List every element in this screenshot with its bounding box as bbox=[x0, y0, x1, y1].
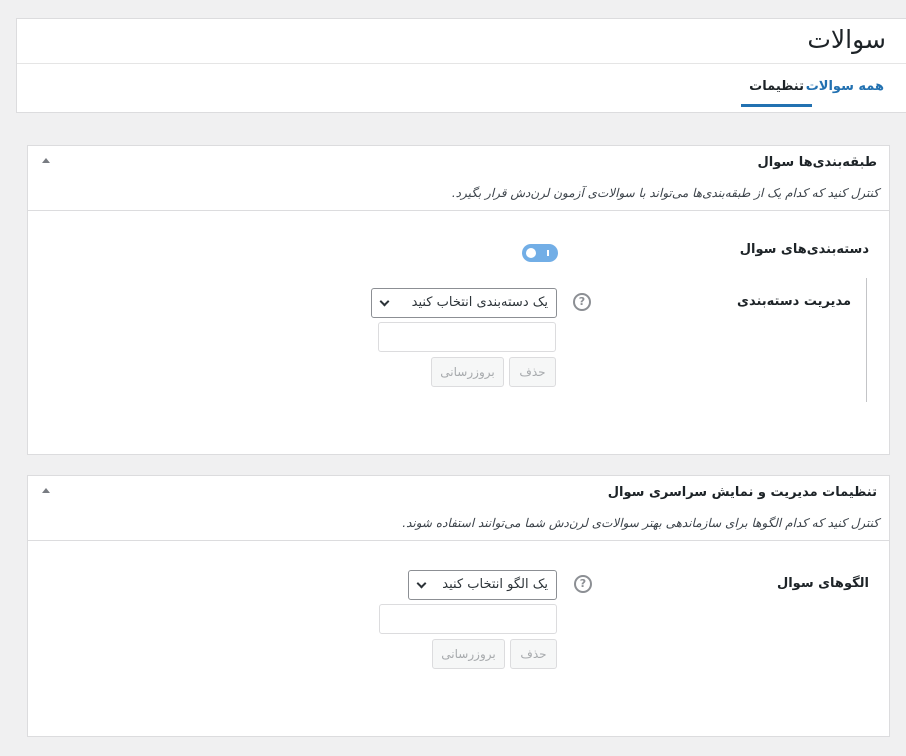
collapse-arrow-icon[interactable] bbox=[42, 488, 50, 493]
help-icon[interactable]: ? bbox=[574, 575, 592, 593]
global-settings-panel: تنظیمات مدیریت و نمایش سراسری سوال کنترل… bbox=[27, 475, 890, 737]
category-select-value: یک دسته‌بندی انتخاب کنید bbox=[411, 295, 548, 310]
question-templates-label: الگوهای سوال bbox=[776, 576, 869, 591]
update-button[interactable]: بروزرسانی bbox=[431, 357, 504, 387]
panel-header: تنظیمات مدیریت و نمایش سراسری سوال کنترل… bbox=[28, 476, 889, 541]
header-divider bbox=[17, 63, 906, 64]
page-header: سوالات همه سوالات تنظیمات bbox=[16, 18, 906, 113]
template-select[interactable]: یک الگو انتخاب کنید bbox=[408, 570, 557, 600]
help-icon[interactable]: ? bbox=[573, 293, 591, 311]
collapse-arrow-icon[interactable] bbox=[42, 158, 50, 163]
panel-description: کنترل کنید که کدام یک از طبقه‌بندی‌ها می… bbox=[451, 186, 879, 200]
panel-header: طبقه‌بندی‌ها سوال کنترل کنید که کدام یک … bbox=[28, 146, 889, 211]
question-categories-label: دسته‌بندی‌های سوال bbox=[739, 242, 869, 257]
tab-settings[interactable]: تنظیمات bbox=[741, 79, 812, 107]
category-select[interactable]: یک دسته‌بندی انتخاب کنید bbox=[371, 288, 557, 318]
panel-title: تنظیمات مدیریت و نمایش سراسری سوال bbox=[607, 485, 877, 500]
template-select-value: یک الگو انتخاب کنید bbox=[442, 577, 548, 592]
chevron-down-icon bbox=[416, 578, 427, 589]
category-name-input[interactable] bbox=[378, 322, 556, 352]
nested-divider bbox=[866, 278, 867, 402]
taxonomies-panel: طبقه‌بندی‌ها سوال کنترل کنید که کدام یک … bbox=[27, 145, 890, 455]
toggle-bar-icon bbox=[547, 250, 549, 256]
chevron-down-icon bbox=[379, 296, 390, 307]
tab-all-questions[interactable]: همه سوالات bbox=[806, 79, 884, 104]
delete-button[interactable]: حذف bbox=[509, 357, 556, 387]
update-button[interactable]: بروزرسانی bbox=[432, 639, 505, 669]
template-name-input[interactable] bbox=[379, 604, 557, 634]
delete-button[interactable]: حذف bbox=[510, 639, 557, 669]
panel-description: کنترل کنید که کدام الگوها برای سازماندهی… bbox=[402, 516, 879, 530]
panel-title: طبقه‌بندی‌ها سوال bbox=[757, 155, 878, 170]
question-categories-toggle[interactable] bbox=[522, 244, 558, 262]
toggle-knob bbox=[526, 248, 536, 258]
page-title: سوالات bbox=[807, 25, 886, 54]
manage-categories-label: مدیریت دسته‌بندی bbox=[737, 294, 851, 309]
